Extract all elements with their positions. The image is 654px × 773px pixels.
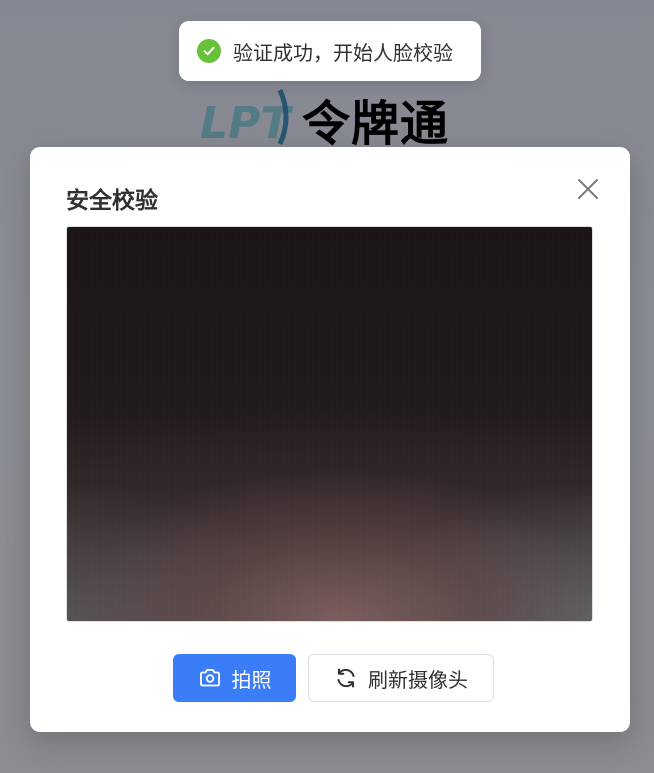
close-icon (578, 179, 598, 199)
check-circle-icon (197, 39, 221, 63)
app-logo: LPT 令牌通 (198, 86, 449, 152)
dialog-title: 安全校验 (66, 188, 158, 214)
security-check-dialog: 安全校验 拍照 刷新摄像头 (30, 147, 630, 732)
toast-message: 验证成功，开始人脸校验 (233, 40, 453, 65)
camera-icon (198, 666, 222, 690)
refresh-camera-button[interactable]: 刷新摄像头 (308, 654, 494, 702)
camera-noise-overlay (67, 227, 592, 621)
refresh-camera-button-label: 刷新摄像头 (368, 667, 468, 692)
capture-button[interactable]: 拍照 (173, 654, 296, 702)
capture-button-label: 拍照 (231, 667, 272, 692)
refresh-icon (334, 666, 358, 690)
logo-text: 令牌通 (302, 96, 450, 152)
close-button[interactable] (576, 177, 600, 201)
lpt-logo-mark: LPT (198, 86, 294, 149)
success-toast: 验证成功，开始人脸校验 (179, 21, 481, 81)
camera-preview (66, 226, 593, 622)
dialog-actions: 拍照 刷新摄像头 (30, 654, 630, 702)
